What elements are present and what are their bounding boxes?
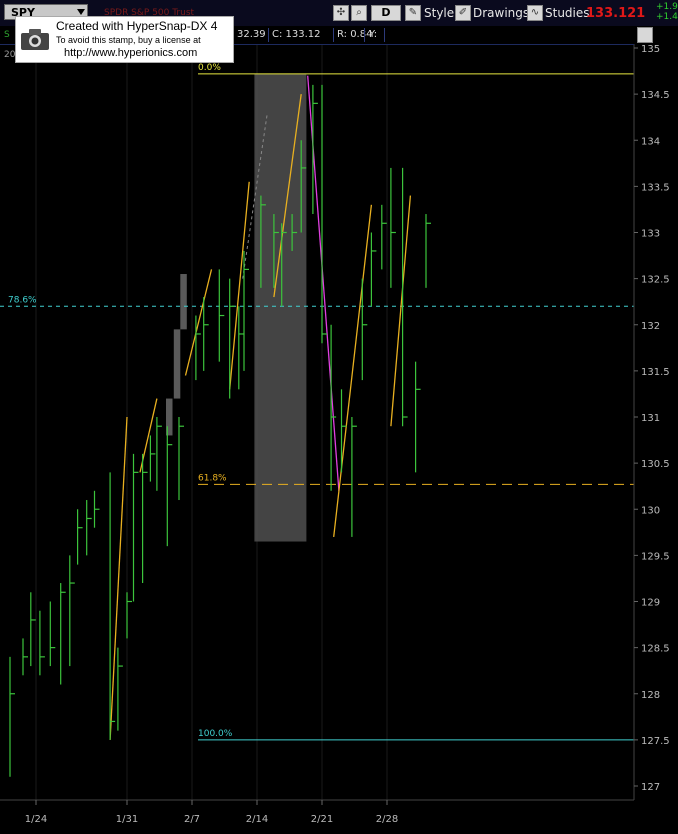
style-icon[interactable]: ✎: [405, 5, 421, 21]
watermark-link[interactable]: http://www.hyperionics.com: [64, 47, 197, 59]
y-tick-label: 129: [641, 598, 660, 609]
fib-level-label: 0.0%: [198, 63, 221, 73]
style-button[interactable]: Style: [424, 6, 454, 20]
x-tick-label: 2/7: [184, 814, 200, 825]
close-value: C: 133.12: [272, 29, 321, 40]
y-tick-label: 132: [641, 321, 660, 332]
info-divider: [333, 28, 334, 42]
watermark: Created with HyperSnap-DX 4 To avoid thi…: [15, 16, 234, 63]
y-tick-label: 127.5: [641, 736, 670, 747]
y-axis-ticks: 127 127.5 128 128.5 129 129.5 130 130.5 131 131.5…: [634, 44, 670, 793]
y-tick-label: 133.5: [641, 182, 670, 193]
x-tick-label: 2/21: [311, 814, 333, 825]
highlight-zones: [166, 73, 307, 542]
range-value: R: 0.84: [337, 29, 373, 40]
y-tick-label: 134.5: [641, 90, 670, 101]
x-axis-ticks: 1/24 1/31 2/7 2/14 2/21 2/28: [25, 800, 398, 825]
swing-line: [333, 204, 373, 537]
y-tick-label: 130.5: [641, 459, 670, 470]
stub-label: 20: [4, 50, 16, 60]
y-value: Y:: [369, 29, 378, 40]
swing-line: [184, 269, 213, 376]
x-tick-label: 2/14: [246, 814, 268, 825]
y-tick-label: 129.5: [641, 551, 670, 562]
watermark-line2: To avoid this stamp, buy a license at: [56, 35, 201, 45]
chevron-down-icon: [77, 9, 85, 15]
info-divider: [364, 28, 365, 42]
last-price: 133.121: [586, 6, 646, 21]
x-tick-label: 2/28: [376, 814, 398, 825]
x-tick-label: 1/24: [25, 814, 47, 825]
y-tick-label: 133: [641, 229, 660, 240]
chart-settings-icon[interactable]: [637, 27, 653, 43]
price-block: [180, 274, 187, 330]
fib-levels: 0.0% 78.6% 61.8% 100.0%: [0, 63, 634, 741]
fib-level-label: 61.8%: [198, 473, 227, 483]
y-tick-label: 127: [641, 782, 660, 793]
studies-button[interactable]: Studies: [545, 6, 590, 20]
swing-line: [229, 181, 250, 390]
y-tick-label: 131.5: [641, 367, 670, 378]
y-tick-label: 135: [641, 44, 660, 55]
camera-icon: [21, 29, 49, 50]
watermark-line1: Created with HyperSnap-DX 4: [56, 19, 218, 33]
drawings-button[interactable]: Drawings: [473, 6, 529, 20]
swing-line: [109, 416, 128, 740]
swing-line: [390, 195, 412, 427]
zoom-icon[interactable]: ⌕: [351, 5, 367, 21]
y-tick-label: 132.5: [641, 275, 670, 286]
price-chart[interactable]: 0.0% 78.6% 61.8% 100.0% 127 127.5 128 128.5 129…: [0, 0, 678, 834]
studies-icon[interactable]: ∿: [527, 5, 543, 21]
highlight-zone: [254, 73, 307, 542]
fib-level-label: 100.0%: [198, 729, 233, 739]
fib-level-label: 78.6%: [8, 295, 37, 305]
net-change: +1.91: [656, 2, 678, 12]
period-d-button[interactable]: D: [371, 5, 401, 21]
stub-label: S: [4, 30, 10, 40]
y-tick-label: 128.5: [641, 644, 670, 655]
crosshair-icon[interactable]: ✣: [333, 5, 349, 21]
percent-change: +1.46: [656, 12, 678, 22]
y-tick-label: 134: [641, 136, 660, 147]
info-divider: [268, 28, 269, 42]
low-value: 32.39: [237, 29, 266, 40]
y-tick-label: 131: [641, 413, 660, 424]
drawings-icon[interactable]: ✐: [455, 5, 471, 21]
ohlc-bars: [9, 84, 431, 777]
price-block: [173, 329, 181, 399]
info-divider: [384, 28, 385, 42]
y-tick-label: 128: [641, 690, 660, 701]
x-tick-label: 1/31: [116, 814, 138, 825]
y-tick-label: 130: [641, 505, 660, 516]
